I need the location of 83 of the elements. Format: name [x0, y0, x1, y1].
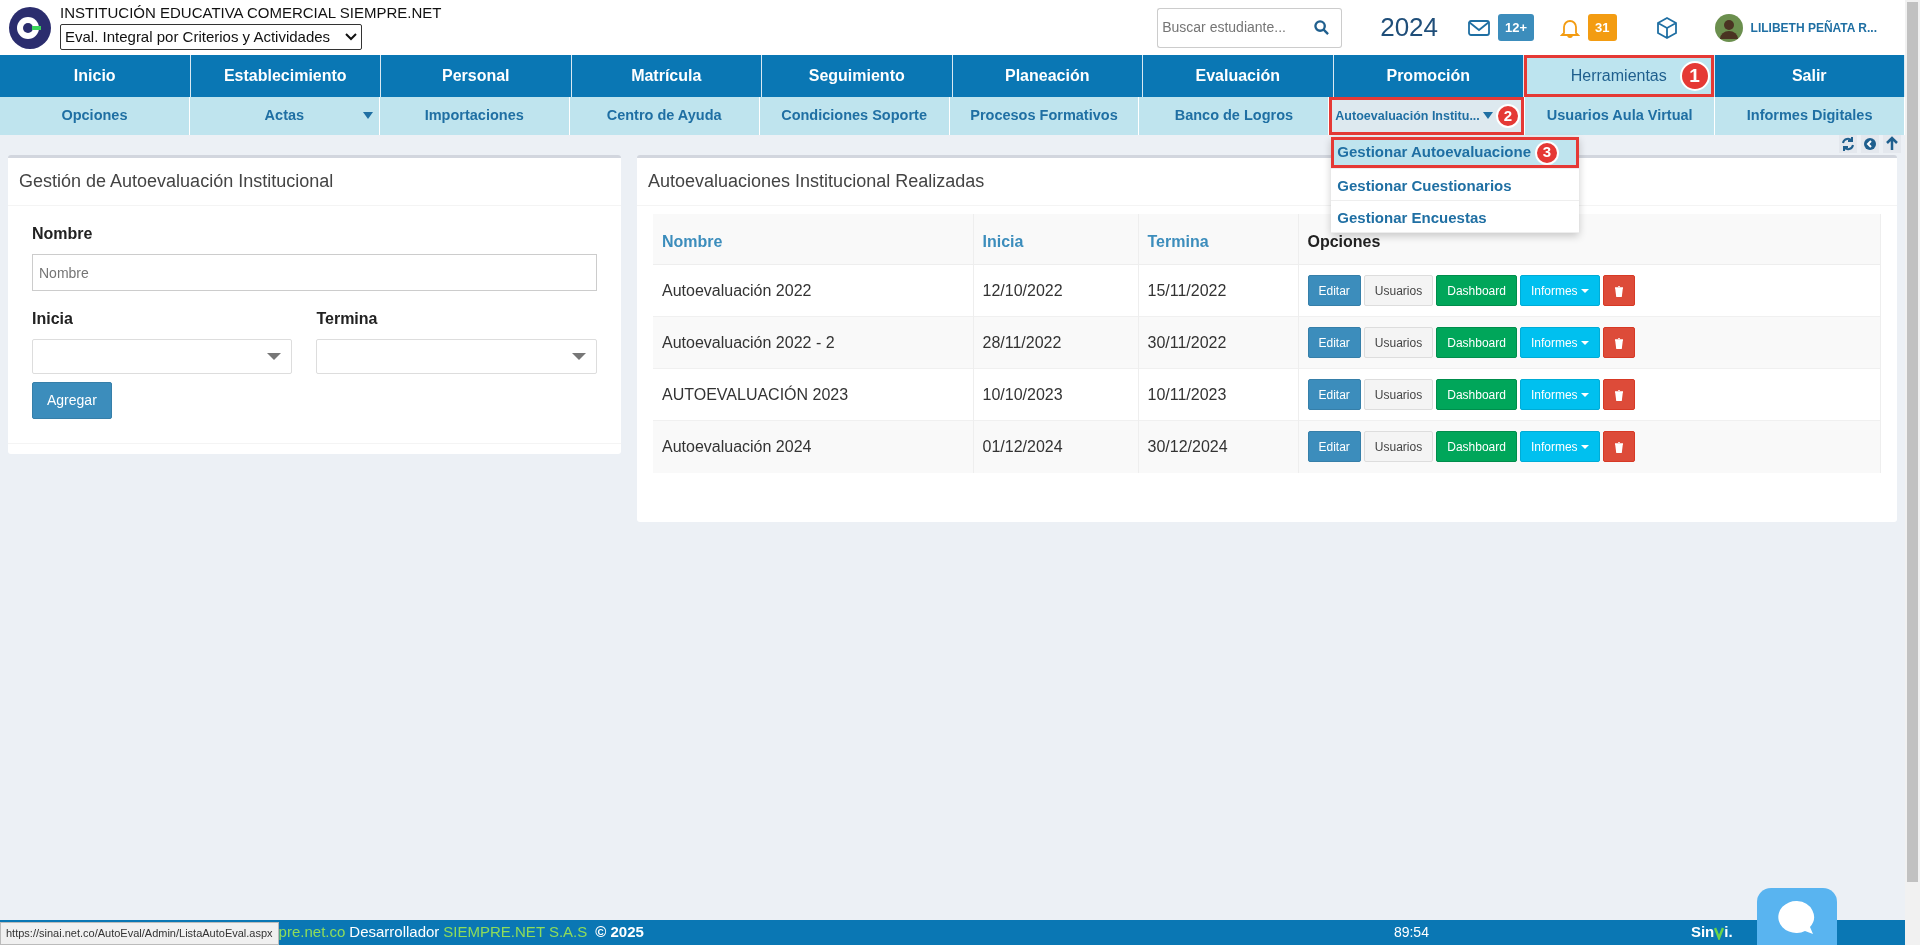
- arrow-up-icon[interactable]: [1883, 135, 1901, 153]
- users-button[interactable]: Usuarios: [1363, 379, 1434, 410]
- column-header[interactable]: Inicia: [973, 214, 1138, 265]
- developer-link[interactable]: SIEMPRE.NET S.A.S: [443, 921, 588, 944]
- avatar[interactable]: [1714, 13, 1743, 42]
- users-button[interactable]: Usuarios: [1363, 431, 1434, 463]
- caret-icon: [1580, 445, 1589, 451]
- reports-button[interactable]: Informes: [1519, 327, 1600, 358]
- column-header[interactable]: Termina: [1138, 214, 1298, 265]
- submenu-tab[interactable]: Centro de Ayuda: [569, 97, 760, 135]
- reports-button[interactable]: Informes: [1519, 431, 1600, 463]
- mail-icon[interactable]: [1468, 19, 1490, 36]
- submenu-tab[interactable]: Condiciones Soporte: [759, 97, 950, 135]
- table-cell: 01/12/2024: [973, 420, 1138, 473]
- field-label: Inicia: [32, 309, 74, 329]
- start-select[interactable]: [32, 339, 293, 374]
- dashboard-button[interactable]: Dashboard: [1436, 379, 1517, 410]
- edit-button[interactable]: Editar: [1307, 379, 1361, 410]
- user-name[interactable]: LILIBETH PEÑATA R...: [1750, 18, 1877, 37]
- delete-button[interactable]: [1602, 431, 1635, 463]
- delete-button[interactable]: [1602, 275, 1635, 306]
- developer-label: Desarrollador: [349, 922, 440, 943]
- users-button[interactable]: Usuarios: [1363, 327, 1434, 358]
- logo-text: i.: [1724, 922, 1733, 943]
- name-field[interactable]: Nombre: [32, 254, 597, 291]
- field-label: Nombre: [32, 224, 94, 244]
- dropdown-item[interactable]: Gestionar Autoevaluacione 3: [1331, 137, 1580, 169]
- callout-number: 2: [1495, 104, 1520, 128]
- caret-icon: [1580, 288, 1589, 294]
- trash-icon: [1613, 337, 1624, 349]
- institution-name: INSTITUCIÓN EDUCATIVA COMERCIAL SIEMPRE.NET: [60, 5, 442, 22]
- reports-button[interactable]: Informes: [1519, 379, 1600, 410]
- reports-button[interactable]: Informes: [1519, 275, 1600, 306]
- session-timer: 89:54: [1393, 923, 1429, 942]
- edit-button[interactable]: Editar: [1307, 327, 1361, 358]
- add-button[interactable]: Agregar: [32, 382, 112, 419]
- column-header[interactable]: Nombre: [653, 214, 973, 265]
- messages-count: 12+: [1498, 13, 1535, 42]
- scrollbar[interactable]: [1905, 0, 1920, 945]
- logo-icon: [8, 5, 52, 50]
- table-cell: 30/11/2022: [1138, 316, 1298, 369]
- submenu-tab[interactable]: Importaciones: [379, 97, 570, 135]
- logo-mark-icon: [1714, 925, 1725, 940]
- refresh-icon[interactable]: [1839, 135, 1857, 153]
- table-cell: Autoevaluación 2022 - 2: [653, 316, 973, 369]
- site-link[interactable]: pre.net.co: [278, 921, 346, 944]
- submenu-tab[interactable]: Procesos Formativos: [949, 97, 1140, 135]
- table-cell: 28/11/2022: [973, 316, 1138, 369]
- chat-icon: [1777, 898, 1817, 935]
- table-cell: 30/12/2024: [1138, 420, 1298, 473]
- trash-icon: [1613, 442, 1624, 454]
- delete-button[interactable]: [1602, 379, 1635, 410]
- dashboard-button[interactable]: Dashboard: [1436, 275, 1517, 306]
- trash-icon: [1613, 389, 1624, 401]
- edit-button[interactable]: Editar: [1307, 275, 1361, 306]
- program-select[interactable]: Eval. Integral por Criterios y Actividades: [60, 23, 362, 50]
- dashboard-button[interactable]: Dashboard: [1436, 327, 1517, 358]
- table-cell: Autoevaluación 2024: [653, 420, 973, 473]
- chevron-down-icon: [345, 32, 357, 41]
- year-label: 2024: [1380, 11, 1438, 44]
- delete-button[interactable]: [1602, 327, 1635, 358]
- caret-icon: [572, 352, 586, 361]
- submenu-tab[interactable]: Opciones: [0, 97, 190, 135]
- caret-icon: [267, 352, 282, 361]
- caret-icon: [1580, 392, 1589, 398]
- url-tooltip: https://sinai.net.co/AutoEval/Admin/ListaAutoEval.aspx: [0, 922, 279, 945]
- callout-number: 3: [1535, 140, 1559, 165]
- menu-tab[interactable]: Herramientas 1: [1524, 55, 1715, 97]
- card-title: Gestión de Autoevaluación Institucional: [8, 158, 621, 206]
- users-button[interactable]: Usuarios: [1363, 275, 1434, 306]
- caret-icon: [1580, 340, 1589, 346]
- edit-button[interactable]: Editar: [1307, 431, 1361, 463]
- submenu-tab[interactable]: Actas: [189, 97, 380, 135]
- callout-number: 1: [1679, 61, 1710, 91]
- notifications-count: 31: [1588, 13, 1617, 42]
- copyright-text: © 2025: [595, 922, 644, 943]
- field-label: Termina: [316, 309, 379, 329]
- back-icon[interactable]: [1861, 135, 1879, 153]
- submenu-tab[interactable]: Usuarios Aula Virtual: [1525, 97, 1716, 135]
- logo-text: Sin: [1690, 922, 1715, 943]
- trash-icon: [1613, 285, 1624, 297]
- dashboard-button[interactable]: Dashboard: [1436, 431, 1517, 463]
- cube-icon[interactable]: [1654, 15, 1679, 40]
